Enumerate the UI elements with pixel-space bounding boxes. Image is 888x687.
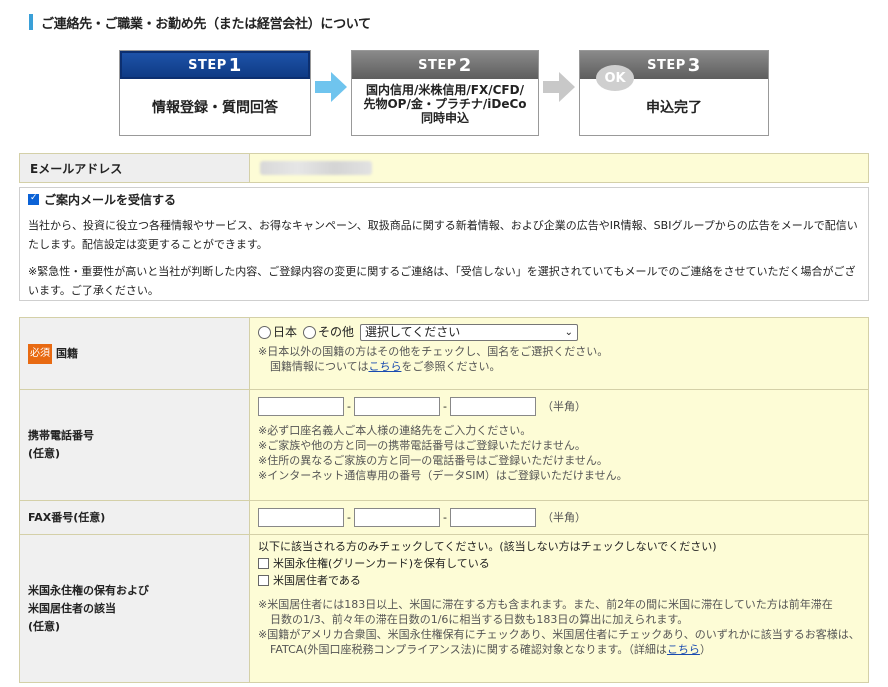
step-3-label: STEP <box>647 57 686 73</box>
nationality-note-text: 国籍情報については <box>270 360 369 373</box>
required-badge: 必須 <box>28 343 52 364</box>
nationality-other-label[interactable]: その他 <box>318 325 354 340</box>
step-2-number: 2 <box>458 54 472 76</box>
country-select-value: 選択してください <box>365 325 461 339</box>
green-card-checkbox[interactable] <box>258 558 269 569</box>
us-label: 米国永住権の保有および <box>28 583 149 597</box>
mobile-note: ※インターネット通信専用の番号（データSIM）はご登録いただけません。 <box>258 469 628 482</box>
mobile-input-1[interactable] <box>258 397 344 416</box>
step-2-text: 国内信用/米株信用/FX/CFD/ 先物OP/金・プラチナ/iDeCo 同時申込 <box>352 79 538 125</box>
title-accent-bar <box>29 14 33 30</box>
nationality-japan-radio[interactable] <box>258 326 271 339</box>
nationality-note-text: をご参照ください。 <box>401 360 501 373</box>
us-resident-row: 米国永住権の保有および 米国居住者の該当 (任意) 以下に該当される方のみチェックし… <box>20 534 868 682</box>
mobile-input-2[interactable] <box>354 397 440 416</box>
step-3: STEP 3 OK 申込完了 <box>579 50 769 136</box>
nationality-other-radio[interactable] <box>303 326 317 339</box>
mobile-row: 携帯電話番号 (任意) - - （半角） ※必ず口座名義人ご本人様の連絡先をご入力… <box>20 389 868 500</box>
nationality-label: 国籍 <box>56 346 78 360</box>
mail-opt-notice: ※緊急性・重要性が高いと当社が判断した内容、ご登録内容の変更に関するご連絡は、「… <box>28 265 856 297</box>
email-redacted <box>260 161 372 175</box>
receive-mail-label[interactable]: ご案内メールを受信する <box>44 191 176 208</box>
mobile-note: ※必ず口座名義人ご本人様の連絡先をご入力ください。 <box>258 424 532 437</box>
step-2-label: STEP <box>418 57 457 73</box>
step-3-number: 3 <box>687 54 701 76</box>
mobile-note: ※住所の異なるご家族の方と同一の電話番号はご登録いただけません。 <box>258 454 608 467</box>
receive-mail-checkbox[interactable] <box>28 193 39 205</box>
fax-hint: （半角） <box>542 511 586 524</box>
mobile-optional: (任意) <box>28 447 61 460</box>
us-optional: (任意) <box>28 619 61 633</box>
step-2: STEP 2 国内信用/米株信用/FX/CFD/ 先物OP/金・プラチナ/iDeC… <box>351 50 539 136</box>
mobile-input-3[interactable] <box>450 397 536 416</box>
us-note-fatca: FATCA(外国口座税務コンプライアンス法)に関する確認対象となります。（詳細は… <box>258 642 860 657</box>
nationality-row: 必須 国籍 日本 その他 選択してください ⌄ ※日本以外の国籍の方はその他をチェッ… <box>20 318 868 389</box>
fax-label: FAX番号(任意) <box>20 501 250 534</box>
mail-opt-box: ご案内メールを受信する 当社から、投資に役立つ各種情報やサービス、お得なキャンペ… <box>19 187 869 301</box>
email-label: Eメールアドレス <box>20 154 250 182</box>
us-note: ※米国居住者には183日以上、米国に滞在する方も含まれます。また、前2年の間に米… <box>258 598 833 611</box>
step-1-text: 情報登録・質問回答 <box>152 100 278 116</box>
nationality-japan-label[interactable]: 日本 <box>273 325 297 340</box>
step-2-line: 同時申込 <box>420 111 469 125</box>
nationality-note: ※日本以外の国籍の方はその他をチェックし、国名をご選択ください。 <box>258 345 609 358</box>
fax-row: FAX番号(任意) - - （半角） <box>20 500 868 534</box>
us-resident-checkbox[interactable] <box>258 575 269 586</box>
green-card-label[interactable]: 米国永住権(グリーンカード)を保有している <box>273 557 490 570</box>
nationality-info-link[interactable]: こちら <box>368 360 401 373</box>
step-2-line: 先物OP/金・プラチナ/iDeCo <box>363 97 527 111</box>
mail-opt-description: 当社から、投資に役立つ各種情報やサービス、お得なキャンペーン、取扱商品に関する新… <box>28 219 858 251</box>
ok-badge-icon: OK <box>596 65 634 91</box>
fax-input-1[interactable] <box>258 508 344 527</box>
mobile-label: 携帯電話番号 <box>28 429 94 442</box>
mobile-note: ※ご家族や他の方と同一の携帯電話番号はご登録いただけません。 <box>258 439 586 452</box>
contact-form: 必須 国籍 日本 その他 選択してください ⌄ ※日本以外の国籍の方はその他をチェッ… <box>19 317 869 683</box>
us-resident-label[interactable]: 米国居住者である <box>273 574 361 587</box>
us-note: ※国籍がアメリカ合衆国、米国永住権保有にチェックあり、米国居住者にチェックあり、… <box>258 628 860 641</box>
country-select[interactable]: 選択してください ⌄ <box>360 324 579 341</box>
section-title: ご連絡先・ご職業・お勤め先（または経営会社）について <box>29 13 371 32</box>
step-1-label: STEP <box>188 57 227 73</box>
us-intro: 以下に該当される方のみチェックしてください。(該当しない方はチェックしないでくだ… <box>258 540 717 553</box>
step-2-line: 国内信用/米株信用/FX/CFD/ <box>366 83 524 97</box>
nationality-note-2: 国籍情報についてはこちらをご参照ください。 <box>258 359 860 374</box>
section-title-text: ご連絡先・ご職業・お勤め先（または経営会社）について <box>41 16 371 32</box>
us-note-text: FATCA(外国口座税務コンプライアンス法)に関する確認対象となります。（詳細は <box>270 643 667 656</box>
step-1: STEP 1 情報登録・質問回答 <box>119 50 311 136</box>
email-value <box>250 154 868 182</box>
fatca-info-link[interactable]: こちら <box>667 643 700 656</box>
fax-input-3[interactable] <box>450 508 536 527</box>
us-note-text: ） <box>699 643 711 656</box>
email-row: Eメールアドレス <box>19 153 869 183</box>
step-1-number: 1 <box>228 54 242 76</box>
chevron-down-icon: ⌄ <box>564 327 574 338</box>
mobile-hint: （半角） <box>542 400 586 413</box>
us-label: 米国居住者の該当 <box>28 601 116 615</box>
fax-input-2[interactable] <box>354 508 440 527</box>
us-note: 日数の1/3、前々年の滞在日数の1/6に相当する日数も183日の算出に加えられま… <box>270 613 689 626</box>
